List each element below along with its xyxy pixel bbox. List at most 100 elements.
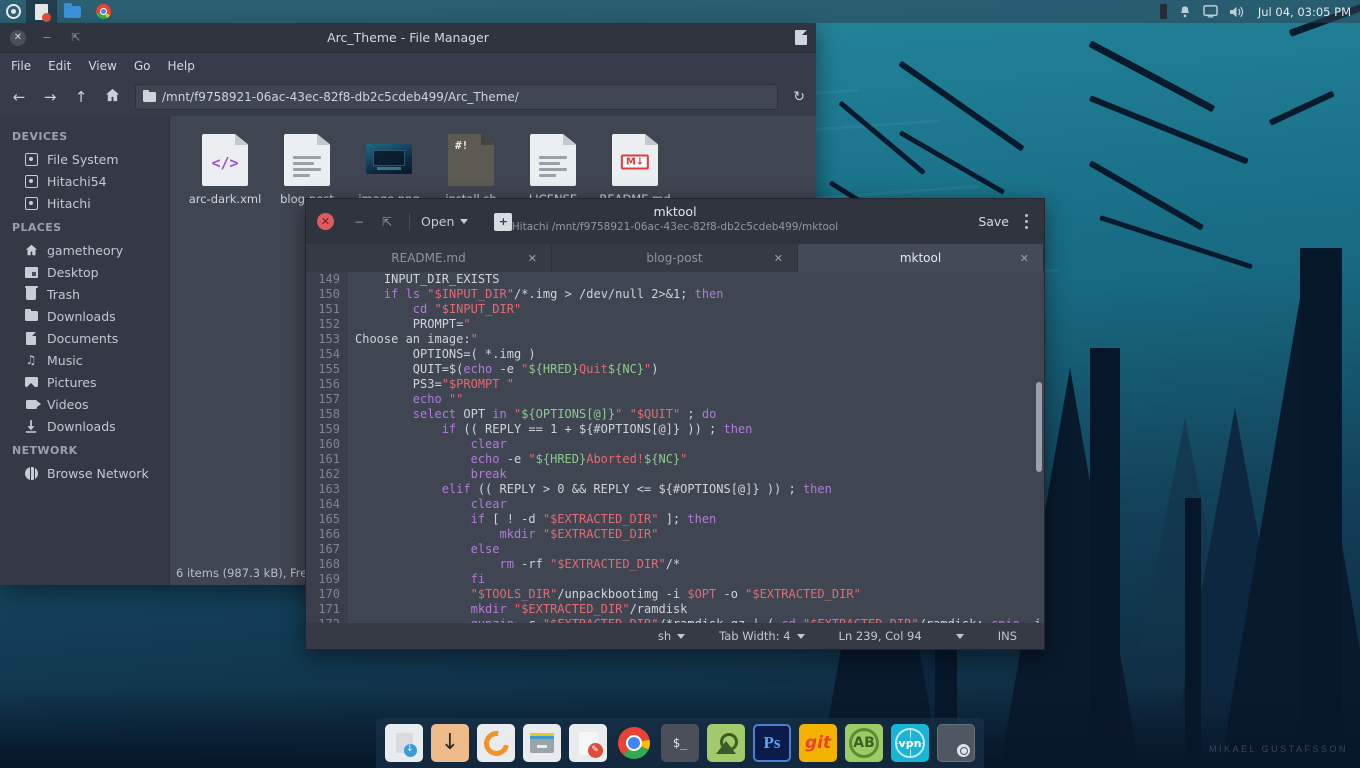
code-area[interactable]: 149 150 151 152 153 154 155 156 157 158 159 160 161 1… <box>306 272 1044 623</box>
cursor-position[interactable]: Ln 239, Col 94 <box>822 629 939 643</box>
taskbar-item-editor[interactable] <box>26 0 57 23</box>
sidebar-item-label: Pictures <box>47 374 97 390</box>
new-document-button[interactable]: + <box>494 212 513 231</box>
code-line: OPTIONS=( *.img ) <box>355 347 536 361</box>
home-button[interactable] <box>104 88 120 106</box>
archive-icon <box>530 733 554 753</box>
overflow-menu-icon[interactable] <box>1019 214 1033 229</box>
language-selector[interactable]: sh <box>641 629 702 643</box>
dock-item-photoshop[interactable]: Ps <box>753 724 791 762</box>
tab-label: README.md <box>391 251 466 265</box>
file-manager-toolbar: ← → ↑ /mnt/f9758921-06ac-43ec-82f8-db2c5… <box>0 78 816 116</box>
sidebar-item-label: Downloads <box>47 308 116 324</box>
clock[interactable]: Jul 04, 03:05 PM <box>1255 5 1351 19</box>
sidebar-item-desktop[interactable]: Desktop <box>0 261 169 283</box>
camera-icon <box>957 744 970 757</box>
menu-edit[interactable]: Edit <box>48 59 71 73</box>
line-number: 170 <box>318 587 340 601</box>
sidebar-item-documents[interactable]: Documents <box>0 327 169 349</box>
folder-icon <box>64 2 81 18</box>
sidebar-item-hitachi[interactable]: Hitachi <box>0 192 169 214</box>
display-icon[interactable] <box>1203 5 1218 18</box>
sidebar-item-label: Music <box>47 352 83 368</box>
sidebar-item-gametheory[interactable]: gametheory <box>0 239 169 261</box>
sidebar-item-trash[interactable]: Trash <box>0 283 169 305</box>
text-editor-window: ✕ − ⇱ Open + mktool Hitachi /mnt/f975892… <box>305 198 1045 650</box>
volume-icon[interactable] <box>1229 5 1244 19</box>
code-line: clear <box>470 437 507 451</box>
dock-item-download-manager[interactable]: ↓ <box>431 724 469 762</box>
dock-item-archive-manager[interactable] <box>523 724 561 762</box>
sidebar-item-music[interactable]: ♫ Music <box>0 349 169 371</box>
code-line: elif (( REPLY > 0 && REPLY <= ${#OPTIONS… <box>441 482 832 496</box>
code-line: else <box>470 542 500 556</box>
code-line: rm -rf "$EXTRACTED_DIR"/* <box>499 557 681 571</box>
battery-icon[interactable] <box>1159 4 1167 19</box>
line-number: 172 <box>306 617 340 623</box>
close-icon[interactable]: ✕ <box>774 252 783 265</box>
notification-bell-icon[interactable] <box>1178 5 1192 19</box>
back-button[interactable]: ← <box>11 88 27 106</box>
sidebar-item-downloads-folder[interactable]: Downloads <box>0 415 169 437</box>
sidebar-item-hitachi54[interactable]: Hitachi54 <box>0 170 169 192</box>
taskbar-item-filemanager[interactable] <box>57 0 88 23</box>
home-icon <box>24 243 38 257</box>
save-button[interactable]: Save <box>978 214 1019 229</box>
tab-mktool[interactable]: mktool ✕ <box>798 244 1044 272</box>
up-button[interactable]: ↑ <box>73 88 89 106</box>
code-line: mkdir "$EXTRACTED_DIR" <box>499 527 659 541</box>
dock-item-sync[interactable] <box>477 724 515 762</box>
sidebar-item-downloads[interactable]: Downloads <box>0 305 169 327</box>
menu-file[interactable]: File <box>11 59 31 73</box>
dock-item-ab[interactable]: AB <box>845 724 883 762</box>
close-icon[interactable]: ✕ <box>528 252 537 265</box>
dock-item-git[interactable]: git <box>799 724 837 762</box>
dock-item-screenshot[interactable] <box>937 724 975 762</box>
code-line: clear <box>470 497 507 511</box>
dock-item-terminal[interactable]: $_ <box>661 724 699 762</box>
trash-icon <box>24 285 38 301</box>
toolbar-separator <box>409 212 410 231</box>
picture-icon <box>24 375 38 389</box>
editor-headerbar[interactable]: ✕ − ⇱ Open + mktool Hitachi /mnt/f975892… <box>306 199 1044 244</box>
code-text[interactable]: INPUT_DIR_EXISTS if ls "$INPUT_DIR"/*.im… <box>348 272 1044 623</box>
close-icon[interactable]: ✕ <box>317 213 334 230</box>
tab-readme-md[interactable]: README.md ✕ <box>306 244 552 272</box>
tab-label: mktool <box>899 251 942 265</box>
file-manager-titlebar[interactable]: ✕ − ⇱ Arc_Theme - File Manager <box>0 23 816 53</box>
reload-icon[interactable]: ↻ <box>793 89 805 105</box>
line-number: 171 <box>318 602 340 616</box>
text-file-icon <box>284 134 330 186</box>
open-button[interactable]: Open <box>421 214 469 229</box>
minimize-icon[interactable]: − <box>348 215 370 229</box>
line-number: 157 <box>318 392 340 406</box>
insert-mode-indicator[interactable]: INS <box>981 629 1034 643</box>
sidebar-item-file-system[interactable]: File System <box>0 148 169 170</box>
top-panel: Jul 04, 03:05 PM <box>0 0 1360 23</box>
dock-item-text-editor[interactable]: ✎ <box>569 724 607 762</box>
dock-item-android-studio[interactable] <box>707 724 745 762</box>
dock-item-chrome[interactable] <box>615 724 653 762</box>
chrome-icon <box>618 727 650 759</box>
maximize-icon[interactable]: ⇱ <box>376 215 398 229</box>
dock-item-vpn[interactable]: vpn <box>891 724 929 762</box>
path-input[interactable]: /mnt/f9758921-06ac-43ec-82f8-db2c5cdeb49… <box>135 84 779 110</box>
vpn-icon: vpn <box>895 728 925 758</box>
sidebar-item-browse-network[interactable]: Browse Network <box>0 462 169 484</box>
forward-button[interactable]: → <box>42 88 58 106</box>
tab-blog-post[interactable]: blog-post ✕ <box>552 244 798 272</box>
close-icon[interactable]: ✕ <box>1020 252 1029 265</box>
taskbar-item-chrome[interactable] <box>88 0 119 23</box>
dock-item-software-store[interactable]: ↓ <box>385 724 423 762</box>
sidebar-item-videos[interactable]: Videos <box>0 393 169 415</box>
menu-go[interactable]: Go <box>134 59 151 73</box>
vertical-scrollbar[interactable] <box>1036 382 1042 472</box>
code-line: gunzip -c "$EXTRACTED_DIR"/*ramdisk.gz |… <box>355 617 1044 623</box>
menu-help[interactable]: Help <box>167 59 194 73</box>
tab-width-selector[interactable]: Tab Width: 4 <box>702 629 821 643</box>
applications-menu-button[interactable] <box>0 0 26 23</box>
sidebar-item-pictures[interactable]: Pictures <box>0 371 169 393</box>
menu-view[interactable]: View <box>88 59 116 73</box>
position-dropdown[interactable] <box>939 633 981 639</box>
file-item-arc-dark-xml[interactable]: </> arc-dark.xml <box>184 130 266 210</box>
